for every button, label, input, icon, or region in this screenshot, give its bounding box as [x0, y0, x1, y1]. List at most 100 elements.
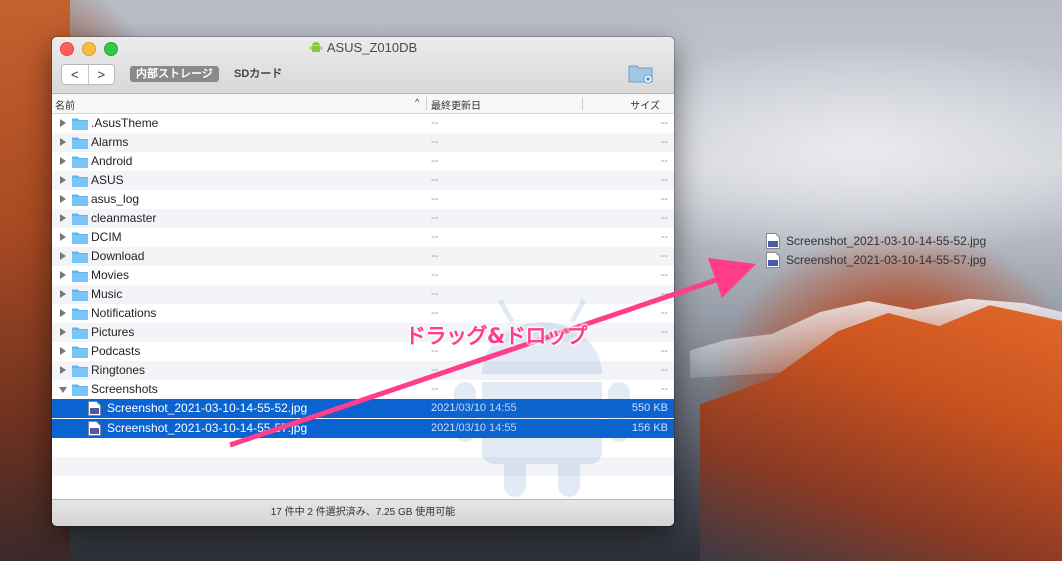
item-name: Movies	[91, 268, 130, 282]
column-size[interactable]: サイズ	[630, 97, 660, 112]
item-name: Download	[91, 249, 145, 263]
item-size: --	[660, 288, 668, 300]
disclosure-triangle-icon[interactable]	[60, 176, 66, 184]
item-name: DCIM	[91, 230, 122, 244]
drag-drop-annotation: ドラッグ&ドロップ	[405, 324, 587, 348]
item-date: --	[431, 231, 439, 243]
item-name: .AsusTheme	[91, 116, 159, 130]
desktop-file[interactable]: Screenshot_2021-03-10-14-55-57.jpg	[766, 252, 986, 268]
item-size: --	[660, 364, 668, 376]
list-item[interactable]: Alarms -- --	[52, 133, 674, 152]
item-name: asus_log	[91, 192, 140, 206]
disclosure-triangle-icon[interactable]	[60, 328, 66, 336]
disclosure-triangle-icon[interactable]	[60, 366, 66, 374]
item-name: Screenshot_2021-03-10-14-55-57.jpg	[107, 421, 308, 435]
new-folder-icon[interactable]	[628, 62, 654, 84]
item-date: --	[431, 193, 439, 205]
item-date: --	[431, 136, 439, 148]
android-icon	[309, 42, 322, 52]
tab-sd-card[interactable]: SDカード	[234, 66, 282, 82]
folder-icon	[72, 156, 88, 168]
item-size: --	[660, 212, 668, 224]
item-name: Alarms	[91, 135, 129, 149]
file-browser-window: ASUS_Z010DB < > 内部ストレージ SDカード 名前 ^ 最終更新日…	[52, 37, 674, 526]
disclosure-triangle-icon[interactable]	[60, 195, 66, 203]
folder-icon	[72, 118, 88, 130]
column-divider[interactable]	[582, 97, 583, 110]
android-watermark-icon	[454, 298, 630, 497]
item-size: --	[660, 155, 668, 167]
item-size: --	[660, 307, 668, 319]
list-item[interactable]: asus_log -- --	[52, 190, 674, 209]
item-date: --	[431, 174, 439, 186]
item-name: Notifications	[91, 306, 157, 320]
folder-icon	[72, 137, 88, 149]
disclosure-triangle-icon[interactable]	[60, 347, 66, 355]
folder-icon	[72, 270, 88, 282]
item-date: --	[431, 269, 439, 281]
item-size: --	[660, 136, 668, 148]
disclosure-triangle-icon[interactable]	[60, 138, 66, 146]
image-file-icon	[766, 233, 780, 249]
item-date: --	[431, 155, 439, 167]
item-date: --	[431, 250, 439, 262]
item-name: Podcasts	[91, 344, 141, 358]
desktop-file-name: Screenshot_2021-03-10-14-55-52.jpg	[786, 234, 987, 248]
item-size: --	[660, 250, 668, 262]
disclosure-triangle-icon[interactable]	[59, 387, 67, 393]
disclosure-triangle-icon[interactable]	[60, 252, 66, 260]
window-title-text: ASUS_Z010DB	[326, 40, 418, 55]
folder-icon	[72, 175, 88, 187]
window-title: ASUS_Z010DB	[52, 40, 674, 55]
list-item[interactable]: .AsusTheme -- --	[52, 114, 674, 133]
folder-icon	[72, 327, 88, 339]
desktop-file[interactable]: Screenshot_2021-03-10-14-55-52.jpg	[766, 233, 986, 249]
item-name: Music	[91, 287, 123, 301]
item-size: --	[660, 326, 668, 338]
disclosure-triangle-icon[interactable]	[60, 214, 66, 222]
disclosure-triangle-icon[interactable]	[60, 309, 66, 317]
item-name: Screenshots	[91, 382, 158, 396]
item-size: --	[660, 231, 668, 243]
item-date: --	[431, 117, 439, 129]
disclosure-triangle-icon[interactable]	[60, 271, 66, 279]
tab-internal-storage[interactable]: 内部ストレージ	[130, 66, 219, 82]
item-date: --	[431, 288, 439, 300]
folder-icon	[72, 289, 88, 301]
item-name: ASUS	[91, 173, 124, 187]
column-name[interactable]: 名前	[55, 97, 75, 112]
item-name: Pictures	[91, 325, 135, 339]
column-divider[interactable]	[426, 97, 427, 110]
status-bar: 17 件中 2 件選択済み、7.25 GB 使用可能	[52, 499, 674, 526]
list-item[interactable]: ASUS -- --	[52, 171, 674, 190]
item-name: Android	[91, 154, 133, 168]
item-size: --	[660, 117, 668, 129]
list-item[interactable]: DCIM -- --	[52, 228, 674, 247]
item-date: --	[431, 307, 439, 319]
list-item[interactable]: cleanmaster -- --	[52, 209, 674, 228]
folder-icon	[72, 365, 88, 377]
forward-button[interactable]: >	[89, 65, 115, 84]
list-item[interactable]: Android -- --	[52, 152, 674, 171]
disclosure-triangle-icon[interactable]	[60, 233, 66, 241]
folder-icon	[72, 308, 88, 320]
folder-icon	[72, 213, 88, 225]
column-modified[interactable]: 最終更新日	[431, 97, 481, 112]
item-size: --	[660, 345, 668, 357]
folder-icon	[72, 194, 88, 206]
item-name: Screenshot_2021-03-10-14-55-52.jpg	[107, 401, 308, 415]
back-button[interactable]: <	[62, 65, 89, 84]
folder-icon	[72, 346, 88, 358]
disclosure-triangle-icon[interactable]	[60, 157, 66, 165]
disclosure-triangle-icon[interactable]	[60, 290, 66, 298]
folder-icon	[72, 251, 88, 263]
item-name: cleanmaster	[91, 211, 157, 225]
list-item[interactable]: Download -- --	[52, 247, 674, 266]
item-size: --	[660, 193, 668, 205]
disclosure-triangle-icon[interactable]	[60, 119, 66, 127]
item-date: --	[431, 212, 439, 224]
nav-buttons: < >	[61, 64, 115, 85]
image-file-icon	[88, 421, 101, 436]
item-size: --	[660, 383, 668, 395]
folder-icon	[72, 232, 88, 244]
